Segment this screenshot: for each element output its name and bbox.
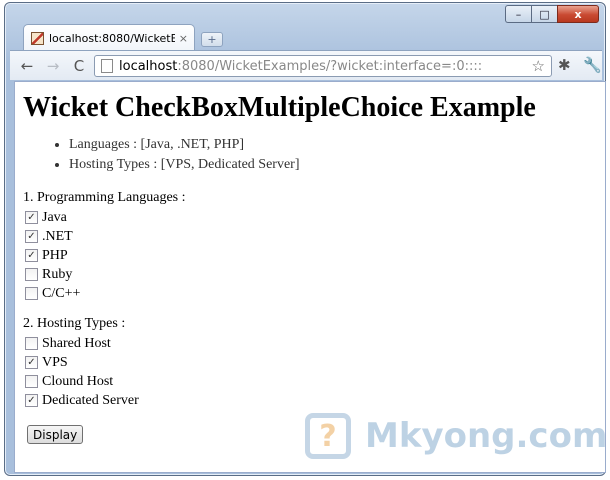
checkbox-java[interactable]: ✓ [25, 211, 38, 224]
checkbox-option: C/C++ [23, 284, 605, 303]
question-mark-icon: ? [319, 418, 337, 454]
browser-toolbar: ← → C localhost:8080/WicketExamples/?wic… [10, 50, 602, 80]
favicon-icon [31, 31, 44, 45]
checkbox-php[interactable]: ✓ [25, 249, 38, 262]
checkbox-label: VPS [42, 354, 68, 370]
checkbox-ruby[interactable] [25, 268, 38, 281]
back-button[interactable]: ← [16, 55, 38, 77]
checkbox-shared-host[interactable] [25, 337, 38, 350]
checkbox-label: Java [42, 209, 67, 225]
address-bar[interactable]: localhost:8080/WicketExamples/?wicket:in… [94, 55, 552, 77]
bookmark-star-icon[interactable]: ☆ [532, 57, 545, 75]
feedback-list: Languages : [Java, .NET, PHP] Hosting Ty… [23, 135, 605, 175]
checkbox-label: Shared Host [42, 335, 111, 351]
checkbox-option: ✓ .NET [23, 227, 605, 246]
new-tab-button[interactable]: + [201, 32, 223, 47]
checkbox-vps[interactable]: ✓ [25, 356, 38, 369]
checkbox-label: Dedicated Server [42, 392, 139, 408]
wrench-icon[interactable]: 🔧 [583, 56, 602, 74]
checkbox-dedicated-server[interactable]: ✓ [25, 394, 38, 407]
checkbox-dotnet[interactable]: ✓ [25, 230, 38, 243]
reload-button[interactable]: C [68, 55, 90, 77]
checkbox-option: Shared Host [23, 334, 605, 353]
checkbox-cloud-host[interactable] [25, 375, 38, 388]
watermark-logo: ? [305, 413, 351, 459]
tab-title: localhost:8080/WicketExa... [49, 31, 175, 45]
watermark-text: Mkyong.com [365, 416, 608, 456]
checkbox-label: PHP [42, 247, 68, 263]
window-controls: – □ x [505, 5, 599, 23]
maximize-button[interactable]: □ [531, 5, 557, 23]
forward-button[interactable]: → [42, 55, 64, 77]
checkbox-option: Ruby [23, 265, 605, 284]
extension-icon[interactable]: ✱ [558, 56, 571, 74]
checkbox-label: Clound Host [42, 373, 114, 389]
minimize-button[interactable]: – [505, 5, 531, 23]
browser-tab[interactable]: localhost:8080/WicketExa... × [23, 24, 195, 51]
checkbox-label: Ruby [42, 266, 73, 282]
checkbox-option: ✓ Java [23, 208, 605, 227]
tab-close-icon[interactable]: × [179, 32, 188, 45]
checkbox-option: ✓ VPS [23, 353, 605, 372]
close-window-button[interactable]: x [557, 5, 599, 23]
checkbox-label: C/C++ [42, 285, 81, 301]
watermark: ? Mkyong.com [305, 413, 607, 459]
display-button[interactable]: Display [27, 425, 84, 444]
languages-title: 1. Programming Languages : [23, 190, 186, 205]
languages-group: 1. Programming Languages : ✓ Java ✓ .NET… [23, 189, 605, 303]
checkbox-cpp[interactable] [25, 287, 38, 300]
page-icon [101, 59, 113, 73]
checkbox-option: ✓ Dedicated Server [23, 391, 605, 410]
feedback-item: Languages : [Java, .NET, PHP] [69, 135, 605, 155]
checkbox-option: ✓ PHP [23, 246, 605, 265]
browser-window: – □ x localhost:8080/WicketExa... × + ← … [4, 2, 607, 476]
url-path: :8080/WicketExamples/?wicket:interface=:… [177, 58, 483, 74]
page-title: Wicket CheckBoxMultipleChoice Example [23, 92, 536, 123]
url-host: localhost [119, 58, 178, 74]
hosting-group: 2. Hosting Types : Shared Host ✓ VPS Clo… [23, 315, 605, 410]
hosting-title: 2. Hosting Types : [23, 316, 126, 331]
checkbox-option: Clound Host [23, 372, 605, 391]
feedback-item: Hosting Types : [VPS, Dedicated Server] [69, 155, 605, 175]
checkbox-label: .NET [42, 228, 73, 244]
